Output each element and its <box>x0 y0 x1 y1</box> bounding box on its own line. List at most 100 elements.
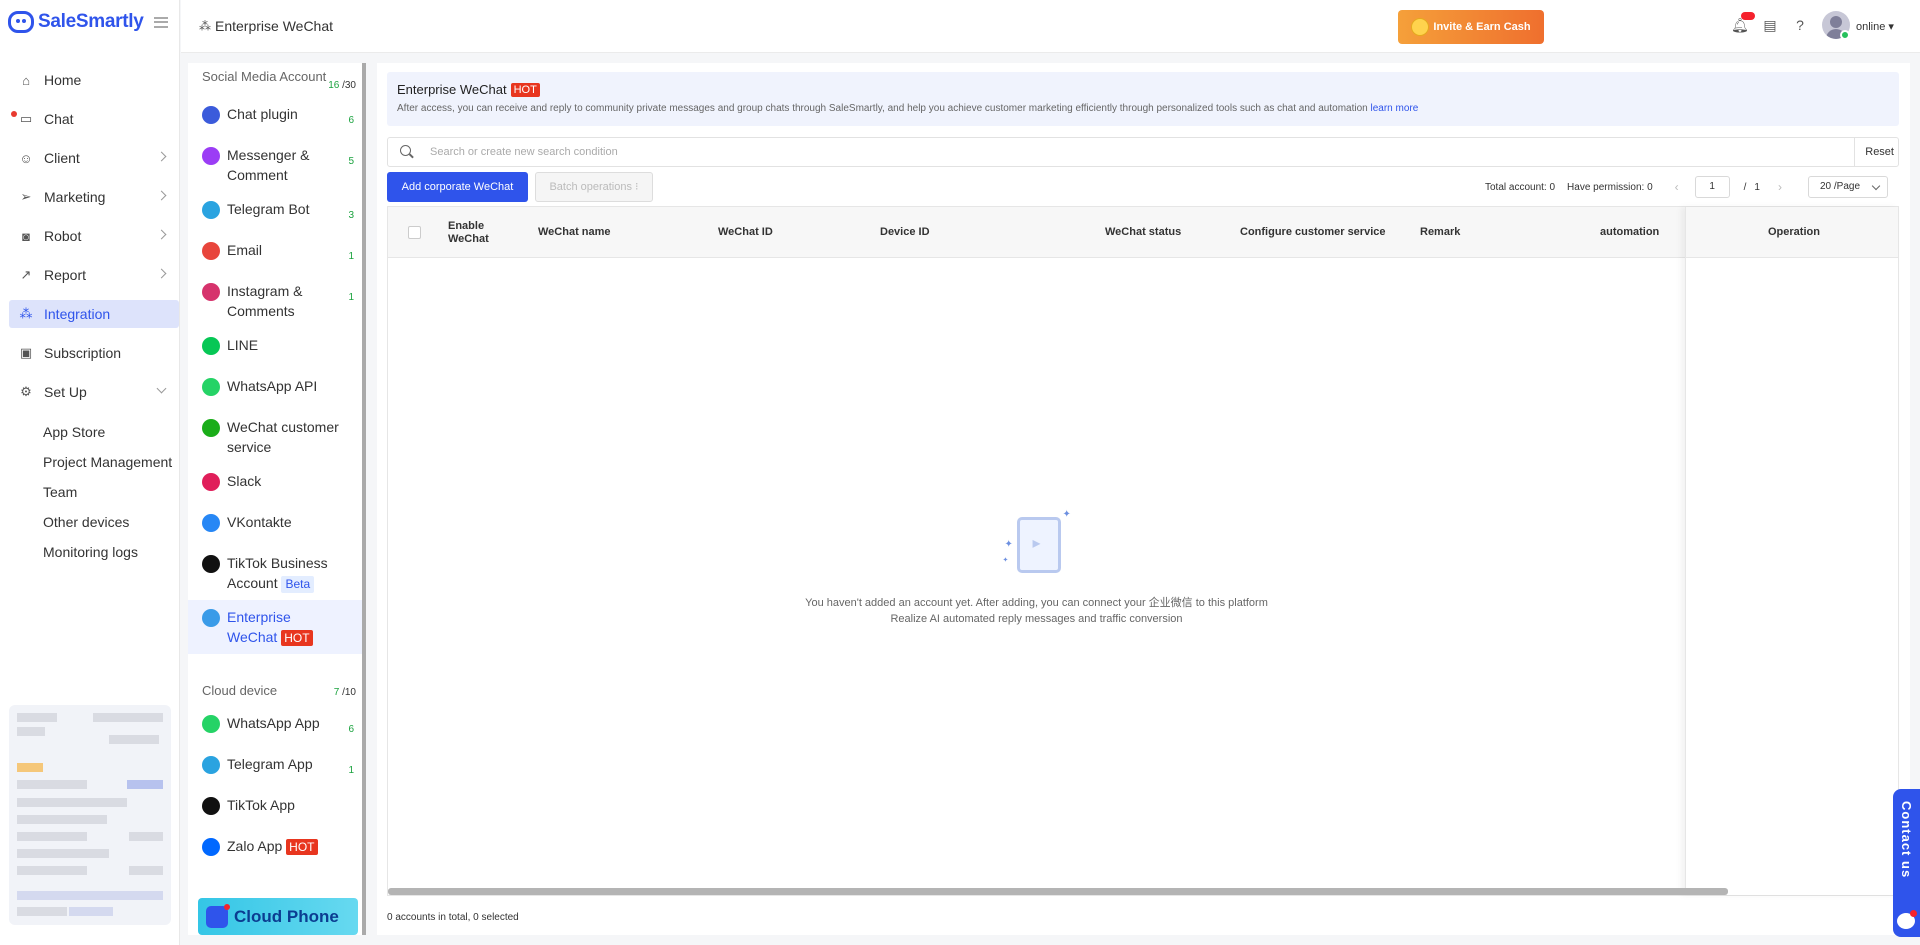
intro-title-text: Enterprise WeChat <box>397 82 507 97</box>
channel-name: Enterprise WeChat HOT <box>227 607 339 647</box>
next-page-icon[interactable]: › <box>1778 180 1782 194</box>
channel-count: 3 <box>348 210 354 221</box>
channel-item[interactable]: LINE <box>188 328 366 369</box>
channel-item[interactable]: Instagram & Comments 1 <box>188 274 366 328</box>
channel-item[interactable]: Chat plugin 6 <box>188 97 366 138</box>
channel-tag: Beta <box>281 576 315 593</box>
report-icon: ↗ <box>20 267 32 282</box>
select-all-checkbox[interactable] <box>408 226 421 239</box>
channel-item[interactable]: Messenger & Comment 5 <box>188 138 366 192</box>
channel-name: WhatsApp App <box>227 713 339 733</box>
nav-report[interactable]: ↗ Report <box>9 261 179 289</box>
channel-name-text: Zalo App <box>227 838 283 854</box>
channel-panel: Social Media Account 16 /30 Chat plugin 6… <box>188 63 366 935</box>
channel-item[interactable]: TikTok App <box>188 788 366 829</box>
main-content: Enterprise WeChat HOT After access, you … <box>377 63 1910 935</box>
empty-document-icon: ✦ ✦ ✦ <box>997 507 1077 587</box>
page-size-select[interactable]: 20 /Page <box>1807 176 1888 198</box>
channel-name-text: WeChat customer service <box>227 419 339 455</box>
channel-item[interactable]: WhatsApp App 6 <box>188 706 366 747</box>
brand-name: SaleSmartly <box>38 11 144 32</box>
col-configure-service: Configure customer service <box>1240 226 1386 238</box>
channel-item[interactable]: WhatsApp API <box>188 369 366 410</box>
channel-scrollbar[interactable] <box>362 63 366 935</box>
intro-desc-text: After access, you can receive and reply … <box>397 103 1368 114</box>
nav-team[interactable]: Team <box>0 477 179 507</box>
channel-item[interactable]: VKontakte <box>188 505 366 546</box>
channel-icon <box>202 242 220 260</box>
channel-item[interactable]: Telegram Bot 3 <box>188 192 366 233</box>
cloud-phone-banner[interactable]: Cloud Phone <box>198 898 358 935</box>
nav-project-management[interactable]: Project Management <box>0 447 179 477</box>
nav-robot[interactable]: ◙ Robot <box>9 222 179 250</box>
channel-name-text: VKontakte <box>227 514 292 530</box>
add-corporate-wechat-button[interactable]: Add corporate WeChat <box>387 172 528 202</box>
clipboard-icon[interactable]: ▤ <box>1762 17 1778 33</box>
channel-item[interactable]: Telegram App 1 <box>188 747 366 788</box>
search-input[interactable] <box>430 146 1810 158</box>
nav-home[interactable]: ⌂ Home <box>9 66 179 94</box>
channel-count: 1 <box>348 292 354 303</box>
nav-client-label: Client <box>44 150 80 166</box>
social-used: 16 <box>328 80 340 91</box>
channel-name-text: Slack <box>227 473 262 489</box>
status-dropdown[interactable]: online ▾ <box>1856 20 1894 33</box>
integration-icon: ⁂ <box>199 19 211 33</box>
robot-icon: ◙ <box>22 228 30 244</box>
cloud-used: 7 <box>333 687 340 698</box>
channel-item[interactable]: WeChat customer service <box>188 410 366 464</box>
channel-item[interactable]: Email 1 <box>188 233 366 274</box>
nav-marketing[interactable]: ➢ Marketing <box>9 183 179 211</box>
reset-button[interactable]: Reset <box>1854 138 1898 166</box>
nav-monitoring-logs[interactable]: Monitoring logs <box>0 537 179 567</box>
nav-setup[interactable]: ⚙ Set Up <box>9 378 179 406</box>
channel-count: 6 <box>348 724 354 735</box>
channel-count: 1 <box>348 765 354 776</box>
nav-chat[interactable]: ▭ Chat <box>9 105 179 133</box>
col-wechat-name: WeChat name <box>538 226 611 238</box>
social-group-count: 16 /30 <box>328 79 356 92</box>
empty-line-2: Realize AI automated reply messages and … <box>890 613 1183 625</box>
nav-app-store[interactable]: App Store <box>0 417 179 447</box>
intro-panel: Enterprise WeChat HOT After access, you … <box>387 72 1899 126</box>
channel-item[interactable]: Zalo App HOT <box>188 829 366 870</box>
batch-operations-label: Batch operations <box>549 181 632 193</box>
top-header: ⁂ Enterprise WeChat <box>181 0 1920 53</box>
batch-operations-button[interactable]: Batch operations ⁝ <box>535 172 653 202</box>
social-group-title: Social Media Account <box>202 69 327 84</box>
nav-subscription[interactable]: ▣ Subscription <box>9 339 179 367</box>
chevron-right-icon <box>156 190 167 201</box>
horizontal-scrollbar[interactable] <box>388 888 1728 895</box>
learn-more-link[interactable]: learn more <box>1371 103 1419 114</box>
channel-name-text: WhatsApp API <box>227 378 318 394</box>
channel-icon <box>202 756 220 774</box>
channel-item[interactable]: Enterprise WeChat HOT <box>188 600 366 654</box>
col-wechat-id: WeChat ID <box>718 226 773 238</box>
nav-integration[interactable]: ⁂ Integration <box>9 300 179 328</box>
channel-icon <box>202 201 220 219</box>
channel-icon <box>202 106 220 124</box>
contact-us-button[interactable]: Contact us <box>1893 789 1920 937</box>
integration-icon: ⁂ <box>19 306 33 321</box>
invite-earn-label: Invite & Earn Cash <box>1433 21 1531 33</box>
chevron-right-icon <box>156 151 167 162</box>
logo[interactable]: SaleSmartly <box>0 0 179 44</box>
channel-name: Zalo App HOT <box>227 836 339 856</box>
selection-summary: 0 accounts in total, 0 selected <box>387 912 519 923</box>
nav-client[interactable]: ☺ Client <box>9 144 179 172</box>
collapse-menu-icon[interactable] <box>153 16 168 28</box>
channel-name: TikTok App <box>227 795 339 815</box>
cloud-group-count: 7 /10 <box>334 686 356 699</box>
prev-page-icon[interactable]: ‹ <box>1675 180 1679 194</box>
channel-icon <box>202 419 220 437</box>
channel-name: TikTok Business Account Beta <box>227 553 339 593</box>
nav-other-devices[interactable]: Other devices <box>0 507 179 537</box>
channel-icon <box>202 838 220 856</box>
invite-earn-button[interactable]: Invite & Earn Cash <box>1398 10 1544 44</box>
chat-icon: ▭ <box>19 111 33 126</box>
channel-item[interactable]: TikTok Business Account Beta <box>188 546 366 600</box>
help-icon[interactable]: ? <box>1792 17 1808 33</box>
channel-item[interactable]: Slack <box>188 464 366 505</box>
coin-icon <box>1411 18 1430 36</box>
page-input[interactable]: 1 <box>1694 176 1730 198</box>
